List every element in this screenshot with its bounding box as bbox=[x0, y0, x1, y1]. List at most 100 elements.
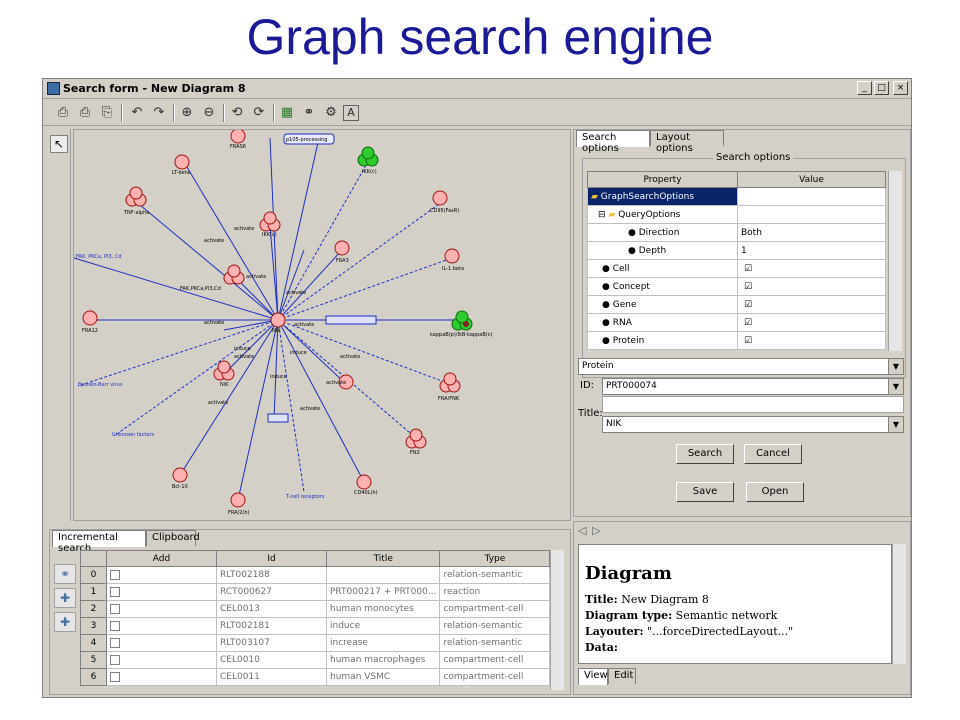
graph-canvas[interactable]: FRAS6 p105-processing LT-beta IKK(c) TNF… bbox=[73, 129, 571, 521]
value-checkbox[interactable]: ☑ bbox=[737, 313, 886, 332]
edge-label: activate bbox=[300, 406, 320, 412]
node-label: FRA/2(h) bbox=[228, 510, 250, 516]
back-icon[interactable]: ◁ bbox=[578, 524, 586, 537]
tab-incremental-search[interactable]: Incremental search bbox=[52, 530, 146, 554]
table-scrollbar[interactable] bbox=[550, 550, 564, 690]
column-header[interactable]: Add bbox=[106, 550, 217, 567]
title-label: Title: bbox=[578, 408, 603, 419]
add-all-icon[interactable]: ✚ bbox=[54, 612, 76, 632]
forward-icon[interactable]: ▷ bbox=[592, 524, 600, 537]
zoom-in-icon[interactable]: ⊕ bbox=[177, 103, 197, 123]
node-label: IL-1 beta bbox=[442, 266, 464, 272]
zoom-out-icon[interactable]: ⊖ bbox=[199, 103, 219, 123]
incremental-results-table: Add Id Title Type 0 RLT002188 relation-sem… bbox=[80, 550, 551, 686]
table-row[interactable]: 3 RLT002181 induce relation-semantic bbox=[80, 617, 551, 635]
group-label: Search options bbox=[713, 152, 794, 163]
node-label: LT-beta bbox=[172, 170, 190, 176]
value-checkbox[interactable]: ☑ bbox=[737, 277, 886, 296]
close-button[interactable]: × bbox=[893, 81, 908, 95]
table-row[interactable]: 6 CEL0011 human VSMC compartment-cell bbox=[80, 668, 551, 686]
print-preview-icon[interactable]: ⎙ bbox=[75, 103, 95, 123]
add-checkbox[interactable] bbox=[110, 637, 120, 648]
column-header[interactable]: Value bbox=[737, 171, 886, 188]
find-icon[interactable]: ⚭ bbox=[299, 103, 319, 123]
node-label: TNF-alpha bbox=[123, 210, 149, 216]
tab-view[interactable]: View bbox=[578, 668, 608, 685]
doc-scrollbar[interactable] bbox=[892, 544, 906, 664]
graph-svg[interactable]: FRAS6 p105-processing LT-beta IKK(c) TNF… bbox=[74, 130, 571, 521]
layout-icon[interactable]: ▦ bbox=[277, 103, 297, 123]
print-icon[interactable]: ⎙ bbox=[53, 103, 73, 123]
value-checkbox[interactable]: ☑ bbox=[737, 295, 886, 314]
property-row[interactable]: ● RNA ☑ bbox=[587, 313, 886, 332]
add-checkbox[interactable] bbox=[110, 586, 120, 597]
table-row[interactable]: 1 RCT000627 PRT000217 + PRT000... reaction bbox=[80, 583, 551, 601]
property-row[interactable]: ● Cell ☑ bbox=[587, 259, 886, 278]
table-row[interactable]: 2 CEL0013 human monocytes compartment-cell bbox=[80, 600, 551, 618]
settings-icon[interactable]: ⚙ bbox=[321, 103, 341, 123]
add-icon[interactable]: ✚ bbox=[54, 588, 76, 608]
tab-layout-options[interactable]: Layout options bbox=[650, 130, 724, 154]
collapse-icon: ⊟ bbox=[598, 209, 606, 220]
node-label: CD95(FasR) bbox=[430, 208, 459, 214]
minimize-button[interactable]: _ bbox=[857, 81, 872, 95]
property-row[interactable]: ● Protein ☑ bbox=[587, 331, 886, 350]
title-input[interactable] bbox=[602, 396, 904, 413]
edge-label: activate bbox=[246, 274, 266, 280]
value-checkbox[interactable]: ☑ bbox=[737, 331, 886, 350]
edge-label: induce bbox=[290, 350, 307, 356]
add-checkbox[interactable] bbox=[110, 569, 120, 580]
node-label: p105-processing bbox=[286, 137, 327, 143]
property-row[interactable]: ● Concept ☑ bbox=[587, 277, 886, 296]
table-row[interactable]: 4 RLT003107 increase relation-semantic bbox=[80, 634, 551, 652]
property-row[interactable]: ● Depth 1 bbox=[587, 241, 886, 260]
diagram-info-view: Diagram Title: New Diagram 8 Diagram typ… bbox=[578, 544, 892, 664]
rotate-left-icon[interactable]: ⟲ bbox=[227, 103, 247, 123]
folder-icon: ▰ bbox=[608, 209, 616, 220]
property-row[interactable]: ⊟ ▰ QueryOptions bbox=[587, 205, 886, 224]
property-row[interactable]: ● Direction Both bbox=[587, 223, 886, 242]
cancel-button[interactable]: Cancel bbox=[744, 444, 802, 464]
property-scrollbar[interactable] bbox=[888, 171, 902, 351]
edge-label: activate bbox=[234, 226, 254, 232]
column-header[interactable]: Id bbox=[216, 550, 327, 567]
table-row[interactable]: 5 CEL0010 human macrophages compartment-cel… bbox=[80, 651, 551, 669]
add-checkbox[interactable] bbox=[110, 620, 120, 631]
title-select[interactable]: NIK ▼ bbox=[602, 416, 904, 433]
column-header[interactable]: Property bbox=[587, 171, 738, 188]
id-select[interactable]: PRT000074 ▼ bbox=[602, 378, 904, 395]
add-checkbox[interactable] bbox=[110, 654, 120, 665]
text-icon[interactable]: A bbox=[343, 105, 359, 121]
edge-label: activate bbox=[326, 380, 346, 386]
edge-label: activate bbox=[208, 400, 228, 406]
node-label: Unknown factors bbox=[112, 432, 154, 438]
save-button[interactable]: Save bbox=[676, 482, 734, 502]
rotate-right-icon[interactable]: ⟳ bbox=[249, 103, 269, 123]
add-checkbox[interactable] bbox=[110, 671, 120, 682]
column-header[interactable]: Type bbox=[439, 550, 551, 567]
find-icon[interactable]: ⚭ bbox=[54, 564, 76, 584]
tab-clipboard[interactable]: Clipboard bbox=[146, 530, 200, 546]
open-button[interactable]: Open bbox=[746, 482, 804, 502]
maximize-button[interactable]: □ bbox=[874, 81, 889, 95]
property-row[interactable]: ▰ GraphSearchOptions bbox=[587, 187, 886, 206]
window-titlebar[interactable]: Search form - New Diagram 8 _ □ × bbox=[43, 79, 911, 99]
diagram-type: Semantic network bbox=[675, 609, 778, 622]
pointer-tool-icon[interactable]: ↖ bbox=[50, 135, 68, 153]
node-label: CD40L(h) bbox=[354, 490, 378, 496]
type-select[interactable]: Protein ▼ bbox=[578, 358, 904, 375]
value-checkbox[interactable]: ☑ bbox=[737, 259, 886, 278]
id-label: ID: bbox=[580, 380, 595, 391]
add-checkbox[interactable] bbox=[110, 603, 120, 614]
chevron-down-icon: ▼ bbox=[888, 417, 903, 432]
redo-icon[interactable]: ↷ bbox=[149, 103, 169, 123]
page-setup-icon[interactable]: ⎘ bbox=[97, 103, 117, 123]
table-row[interactable]: 0 RLT002188 relation-semantic bbox=[80, 566, 551, 584]
tab-edit[interactable]: Edit bbox=[608, 668, 636, 684]
edge-label: activate bbox=[340, 354, 360, 360]
tab-search-options[interactable]: Search options bbox=[576, 130, 650, 154]
search-button[interactable]: Search bbox=[676, 444, 734, 464]
column-header[interactable]: Title bbox=[325, 550, 441, 567]
undo-icon[interactable]: ↶ bbox=[127, 103, 147, 123]
property-row[interactable]: ● Gene ☑ bbox=[587, 295, 886, 314]
